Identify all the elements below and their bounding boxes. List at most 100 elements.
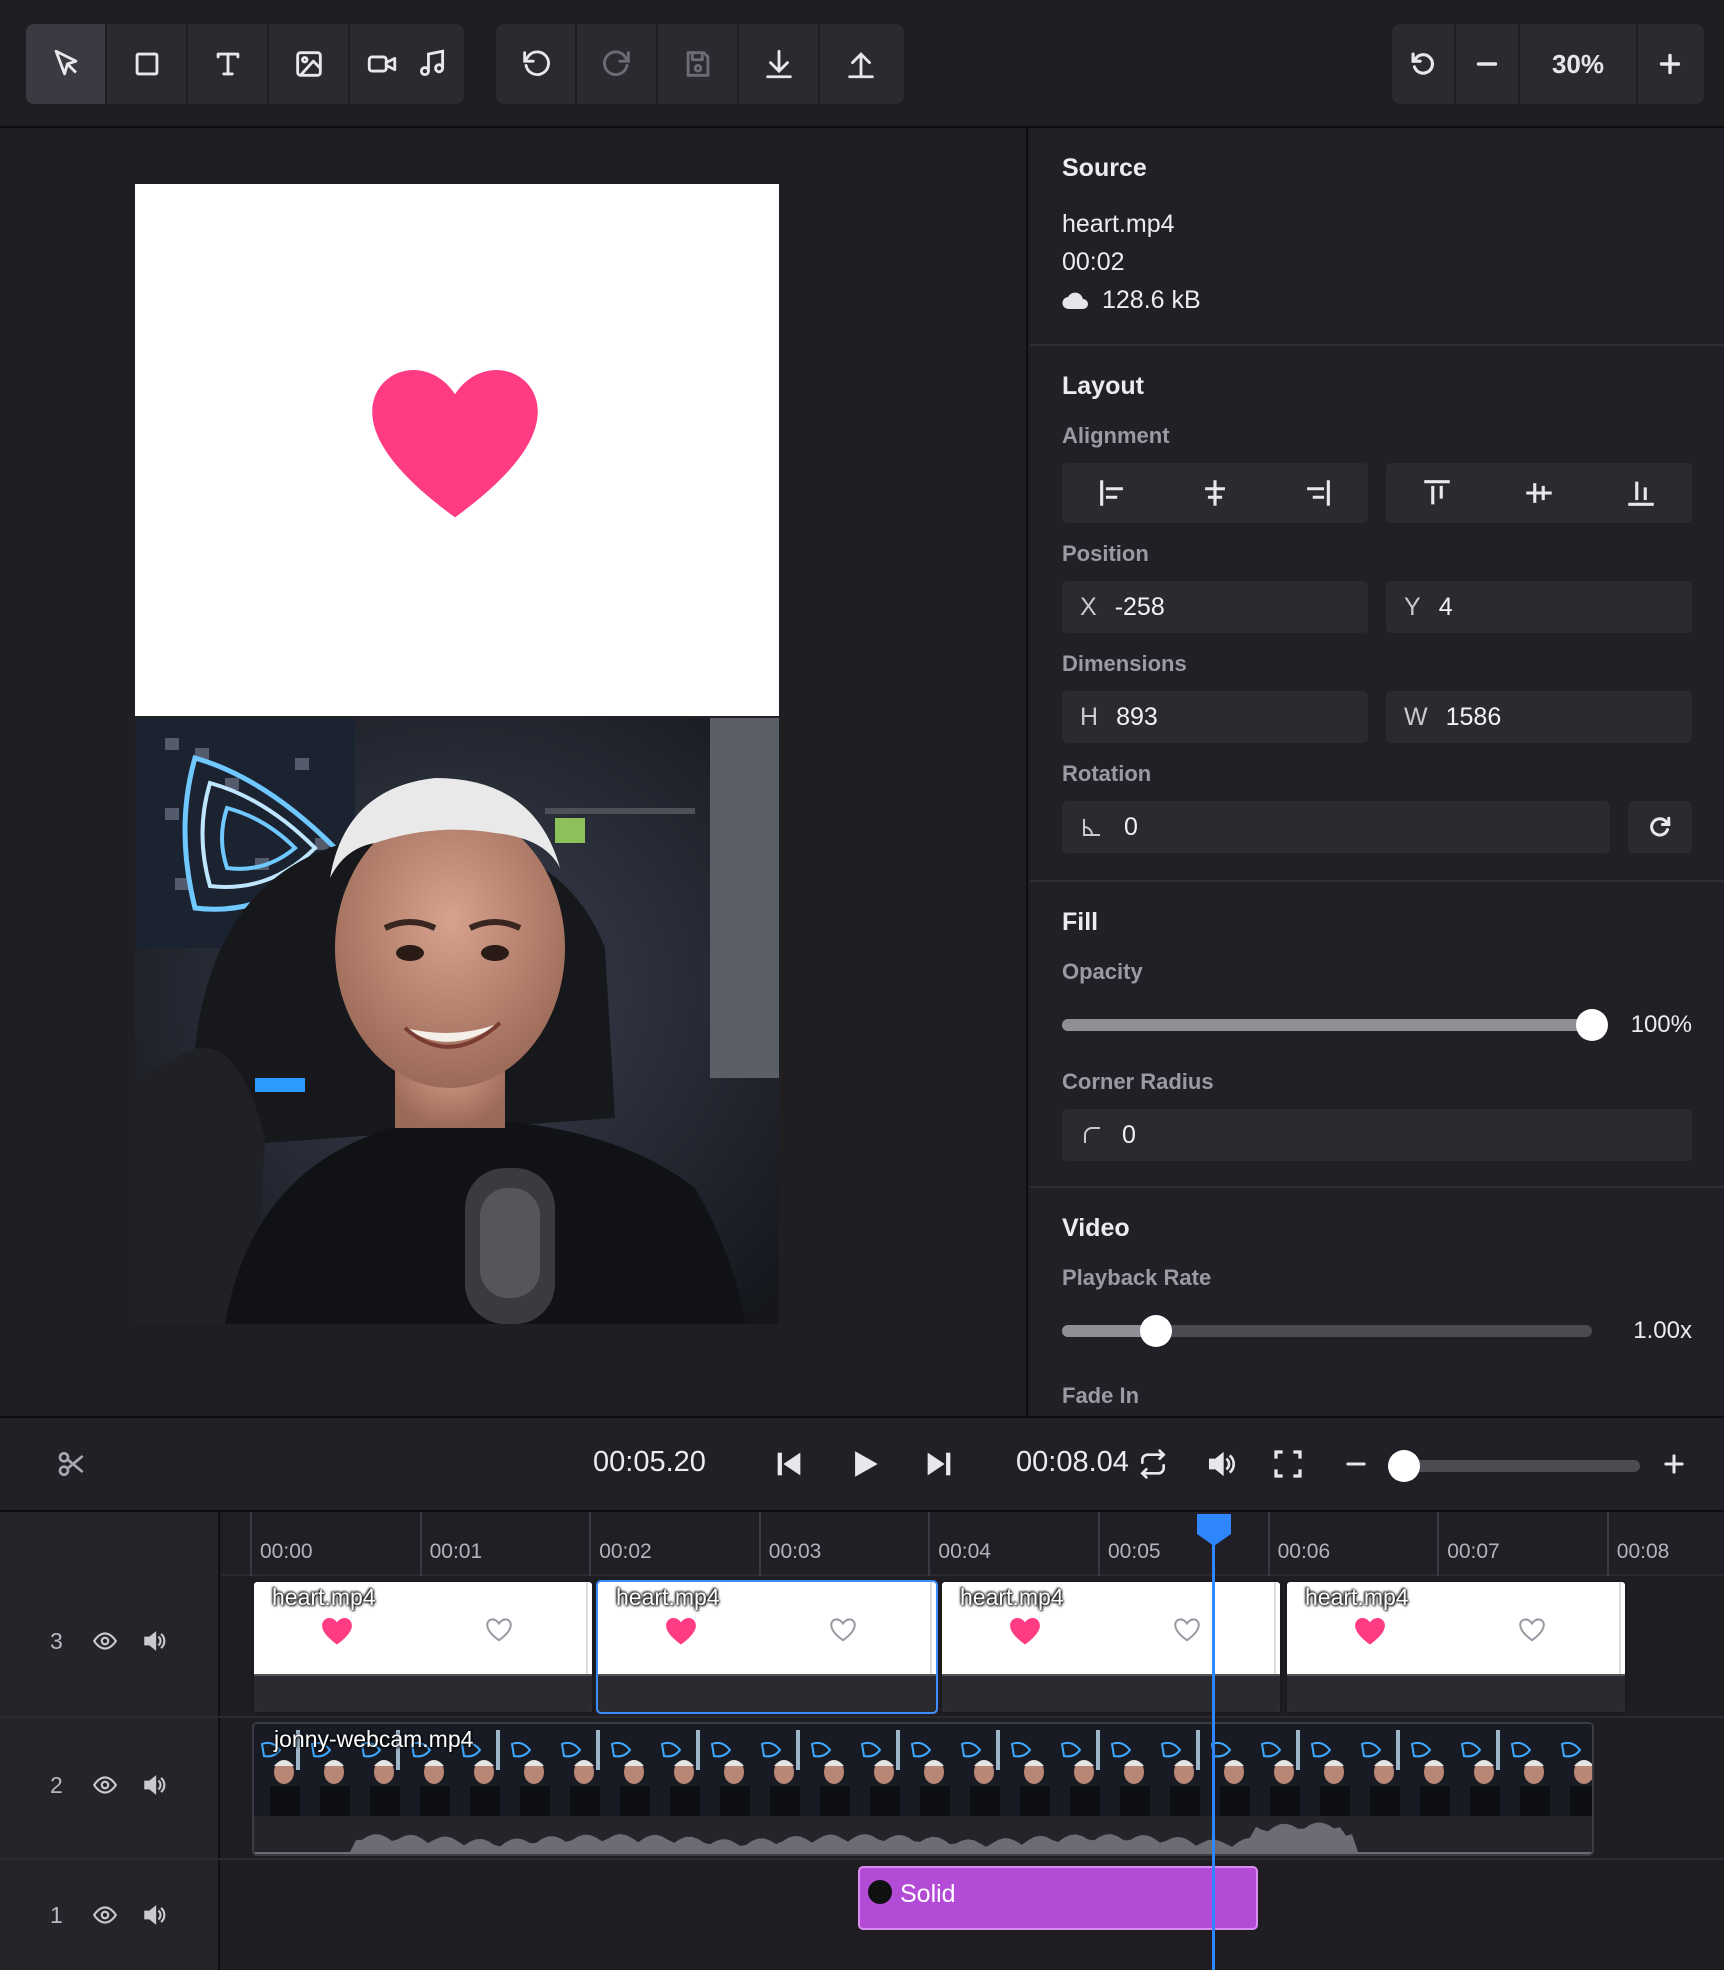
- align-bottom-icon[interactable]: [1624, 476, 1658, 510]
- corner-radius-label: Corner Radius: [1062, 1069, 1214, 1094]
- heart-outline-icon: [1519, 1618, 1545, 1642]
- x-value: -258: [1114, 592, 1165, 621]
- speaker-icon[interactable]: [140, 1902, 168, 1928]
- film-frame: [1104, 1724, 1154, 1816]
- opacity-slider-knob[interactable]: [1576, 1009, 1608, 1041]
- webcam-clip-label: jonny-webcam.mp4: [274, 1726, 474, 1752]
- zoom-value: 30%: [1520, 24, 1638, 104]
- align-left-icon[interactable]: [1096, 476, 1130, 510]
- opacity-slider-fill: [1062, 1019, 1592, 1031]
- ruler-tick: 00:07: [1437, 1512, 1500, 1576]
- align-right-icon[interactable]: [1300, 476, 1334, 510]
- height-field[interactable]: H 893: [1062, 691, 1368, 743]
- heart-video-layer[interactable]: [135, 184, 779, 718]
- canvas-area: [0, 128, 1028, 1416]
- save-button[interactable]: [658, 24, 739, 104]
- music-note-icon[interactable]: [415, 47, 449, 81]
- timeline-zoom-in-button[interactable]: [1660, 1450, 1688, 1478]
- video-camera-icon[interactable]: [365, 47, 399, 81]
- film-frame: [1454, 1724, 1504, 1816]
- rotation-field[interactable]: 0: [1062, 801, 1610, 853]
- position-y-field[interactable]: Y4: [1386, 581, 1692, 633]
- undo-button[interactable]: [496, 24, 577, 104]
- volume-button[interactable]: [1204, 1448, 1238, 1480]
- playback-rate-knob[interactable]: [1140, 1315, 1172, 1347]
- redo-button[interactable]: [577, 24, 658, 104]
- current-time: 00:05.20: [593, 1446, 706, 1478]
- skip-forward-button[interactable]: [922, 1446, 956, 1482]
- zoom-out-button[interactable]: [1456, 24, 1520, 104]
- timeline-zoom-out-button[interactable]: [1342, 1450, 1370, 1478]
- webcam-video-layer[interactable]: [135, 718, 779, 1324]
- loop-button[interactable]: [1136, 1448, 1170, 1480]
- eye-icon[interactable]: [90, 1902, 120, 1928]
- speaker-icon[interactable]: [140, 1772, 168, 1798]
- playback-rate-value: 1.00x: [1633, 1317, 1692, 1344]
- webcam-person-image: [135, 718, 779, 1324]
- film-frame: [1154, 1724, 1204, 1816]
- fill-title: Fill: [1062, 908, 1099, 936]
- zoom-in-button[interactable]: [1638, 24, 1702, 104]
- cloud-icon: [1062, 292, 1088, 310]
- opacity-slider[interactable]: [1062, 1009, 1608, 1041]
- fullscreen-button[interactable]: [1272, 1448, 1304, 1480]
- ruler-tick: 00:03: [758, 1512, 821, 1576]
- heart-clip-audio-strip: [1287, 1674, 1625, 1712]
- ruler-tick: 00:02: [589, 1512, 652, 1576]
- solid-clip[interactable]: Solid: [858, 1866, 1258, 1930]
- source-duration: 00:02: [1062, 248, 1125, 276]
- source-title: Source: [1062, 154, 1147, 182]
- track-number: 1: [50, 1902, 63, 1928]
- playback-rate-slider[interactable]: [1062, 1315, 1592, 1347]
- timeline-zoom-knob[interactable]: [1388, 1450, 1421, 1482]
- align-center-horizontal-icon[interactable]: [1198, 476, 1232, 510]
- webcam-clip[interactable]: jonny-webcam.mp4: [252, 1722, 1594, 1856]
- heart-clip[interactable]: heart.mp4: [940, 1580, 1282, 1714]
- eye-icon[interactable]: [90, 1628, 120, 1654]
- download-button[interactable]: [739, 24, 820, 104]
- timeline-zoom-slider[interactable]: [1388, 1450, 1640, 1482]
- heart-clip[interactable]: heart.mp4: [596, 1580, 938, 1714]
- upload-button[interactable]: [820, 24, 901, 104]
- rotation-value: 0: [1124, 812, 1138, 841]
- text-tool-button[interactable]: [188, 24, 269, 104]
- plus-icon: [1659, 53, 1681, 75]
- heart-clip[interactable]: heart.mp4: [1285, 1580, 1627, 1714]
- preview-stage[interactable]: [135, 184, 779, 1324]
- image-icon: [295, 51, 322, 77]
- alignment-label: Alignment: [1062, 423, 1170, 448]
- minus-icon: [1346, 1462, 1366, 1466]
- rotate-button[interactable]: [1628, 801, 1692, 853]
- align-center-vertical-icon[interactable]: [1522, 476, 1556, 510]
- select-tool-button[interactable]: [26, 24, 107, 104]
- clip-frame-divider: [586, 1582, 588, 1674]
- film-frame: [1254, 1724, 1304, 1816]
- cursor-arrow-icon: [54, 49, 77, 76]
- heart-clip-label: heart.mp4: [272, 1584, 376, 1610]
- rectangle-tool-button[interactable]: [107, 24, 188, 104]
- heart-clip[interactable]: heart.mp4: [252, 1580, 594, 1714]
- split-button[interactable]: [56, 1448, 88, 1480]
- film-frame: [704, 1724, 754, 1816]
- play-button[interactable]: [848, 1446, 882, 1482]
- width-field[interactable]: W 1586: [1386, 691, 1692, 743]
- heart-thumbnail-icon: [1010, 1618, 1040, 1645]
- loop-icon: [1140, 1449, 1166, 1479]
- clip-frame-divider: [1274, 1582, 1276, 1674]
- film-frame: [504, 1724, 554, 1816]
- position-x-field[interactable]: X -258: [1062, 581, 1368, 633]
- time-ruler[interactable]: 00:00 00:01 00:02 00:03 00:04 00:05 00:06 00:07…: [222, 1512, 1724, 1576]
- playhead-line[interactable]: [1212, 1526, 1215, 1970]
- playback-rate-label: Playback Rate: [1062, 1265, 1212, 1290]
- speaker-icon[interactable]: [140, 1628, 168, 1654]
- top-toolbar: 30%: [0, 0, 1724, 128]
- skip-back-button[interactable]: [772, 1446, 806, 1482]
- eye-icon[interactable]: [90, 1772, 120, 1798]
- align-top-icon[interactable]: [1420, 476, 1454, 510]
- heart-outline-icon: [1174, 1618, 1200, 1642]
- reset-zoom-button[interactable]: [1392, 24, 1456, 104]
- minus-icon: [1476, 62, 1498, 66]
- image-tool-button[interactable]: [269, 24, 350, 104]
- film-frame: [1004, 1724, 1054, 1816]
- corner-radius-field[interactable]: 0: [1062, 1109, 1692, 1161]
